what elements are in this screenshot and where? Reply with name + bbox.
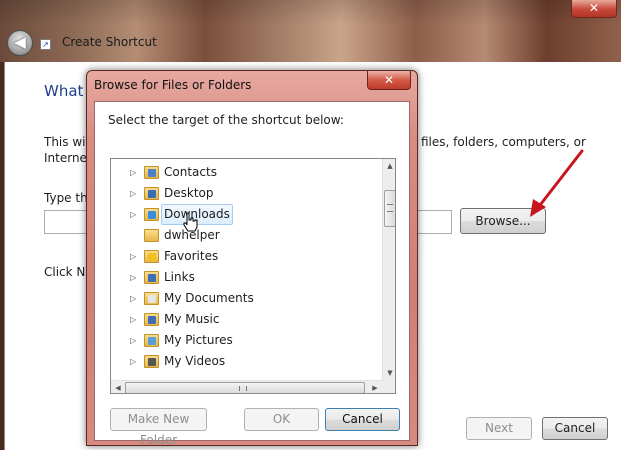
window-glass-frame xyxy=(0,0,621,62)
tree-item[interactable]: ▷ My Music xyxy=(111,309,381,330)
expand-arrow-icon[interactable]: ▷ xyxy=(130,288,136,309)
folder-icon xyxy=(144,313,159,326)
tree-item-label: My Music xyxy=(164,312,220,326)
location-label: Type the xyxy=(44,191,90,205)
folder-icon xyxy=(144,208,159,221)
tree-item-label: Downloads xyxy=(161,204,233,225)
window-title: Create Shortcut xyxy=(62,35,157,49)
expand-arrow-icon[interactable]: ▷ xyxy=(130,267,136,288)
tree-item[interactable]: ▷ Links xyxy=(111,267,381,288)
wizard-description-right: files, folders, computers, or xyxy=(421,135,586,149)
dialog-cancel-button[interactable]: Cancel xyxy=(325,408,400,431)
window-close-button[interactable]: ✕ xyxy=(571,0,617,18)
dialog-close-button[interactable]: ✕ xyxy=(367,71,411,90)
tree-item[interactable]: ▷ Downloads xyxy=(111,204,381,225)
folder-icon xyxy=(144,229,159,242)
tree-item-label: My Videos xyxy=(164,354,226,368)
dialog-title: Browse for Files or Folders xyxy=(94,78,252,92)
tree-item[interactable]: ▷ My Pictures xyxy=(111,330,381,351)
tree-item-label: Links xyxy=(164,270,195,284)
tree-item[interactable]: ▷ My Videos xyxy=(111,351,381,372)
expand-arrow-icon[interactable]: ▷ xyxy=(130,309,136,330)
tree-item-label: My Pictures xyxy=(164,333,233,347)
wizard-heading: What xyxy=(44,82,84,100)
folder-icon xyxy=(144,187,159,200)
tree-item-label: My Documents xyxy=(164,291,254,305)
click-next-instruction: Click Ne xyxy=(44,265,90,279)
tree-item[interactable]: ▷ Contacts xyxy=(111,162,381,183)
scroll-up-icon[interactable]: ▲ xyxy=(383,159,395,173)
folder-icon xyxy=(144,250,159,263)
tree-item[interactable]: ▷ Desktop xyxy=(111,183,381,204)
tree-item[interactable]: ▷ My Documents xyxy=(111,288,381,309)
folder-tree[interactable]: ▷ Contacts ▷ Desktop ▷ Downloads dwhelper ▷ Favo… xyxy=(110,158,396,394)
tree-item-label: dwhelper xyxy=(164,228,220,242)
vertical-scrollbar[interactable]: ▲ ▼ xyxy=(382,159,395,380)
shortcut-icon: ↗ xyxy=(40,39,51,50)
folder-icon xyxy=(144,292,159,305)
expand-arrow-icon[interactable]: ▷ xyxy=(130,351,136,372)
dialog-client-area: Select the target of the shortcut below:… xyxy=(94,101,410,447)
back-arrow-icon[interactable]: ◀ xyxy=(7,30,33,56)
next-button[interactable]: Next xyxy=(466,417,532,440)
folder-icon xyxy=(144,271,159,284)
scroll-down-icon[interactable]: ▼ xyxy=(383,366,395,380)
horizontal-scroll-thumb[interactable] xyxy=(125,382,365,393)
folder-icon xyxy=(144,355,159,368)
expand-arrow-icon[interactable]: ▷ xyxy=(130,246,136,267)
expand-arrow-icon[interactable]: ▷ xyxy=(130,204,136,225)
wizard-cancel-button[interactable]: Cancel xyxy=(542,417,608,440)
scroll-left-icon[interactable]: ◀ xyxy=(111,381,125,393)
horizontal-scrollbar[interactable]: ◀ ▶ xyxy=(111,380,382,393)
tree-item-label: Contacts xyxy=(164,165,217,179)
make-new-folder-button[interactable]: Make New Folder xyxy=(110,408,207,447)
tree-item-label: Desktop xyxy=(164,186,214,200)
folder-icon xyxy=(144,166,159,179)
tree-item-label: Favorites xyxy=(164,249,219,263)
scroll-right-icon[interactable]: ▶ xyxy=(368,381,382,393)
browse-dialog: Browse for Files or Folders ✕ Select the… xyxy=(86,70,418,447)
expand-arrow-icon[interactable]: ▷ xyxy=(130,330,136,351)
folder-icon xyxy=(144,334,159,347)
expand-arrow-icon[interactable]: ▷ xyxy=(130,162,136,183)
scroll-corner xyxy=(382,380,395,393)
browse-button[interactable]: Browse... xyxy=(460,208,546,234)
vertical-scroll-thumb[interactable] xyxy=(384,190,395,227)
ok-button[interactable]: OK xyxy=(244,408,319,431)
tree-item[interactable]: dwhelper xyxy=(111,225,381,246)
expand-arrow-icon[interactable]: ▷ xyxy=(130,183,136,204)
tree-item[interactable]: ▷ Favorites xyxy=(111,246,381,267)
dialog-instruction: Select the target of the shortcut below: xyxy=(108,113,344,127)
